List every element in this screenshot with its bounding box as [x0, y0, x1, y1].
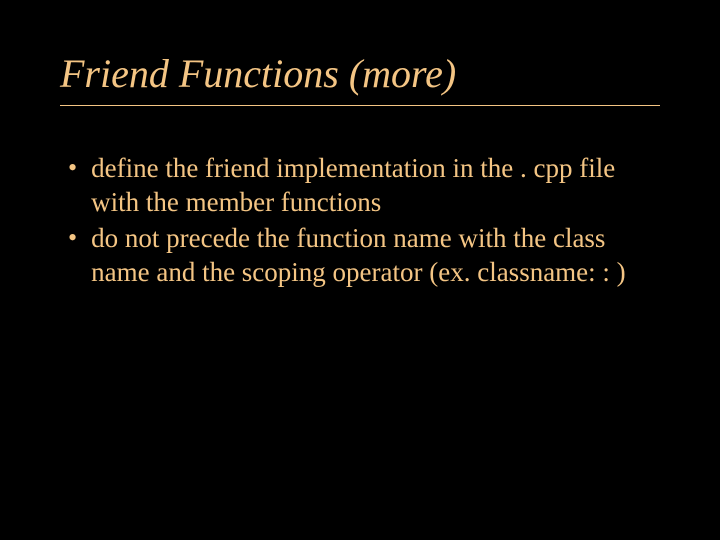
list-item: • define the friend implementation in th… [68, 151, 660, 219]
slide-container: Friend Functions (more) • define the fri… [0, 0, 720, 540]
bullet-text: define the friend implementation in the … [91, 151, 660, 219]
title-underline [60, 105, 660, 106]
bullet-list: • define the friend implementation in th… [60, 151, 660, 289]
list-item: • do not precede the function name with … [68, 221, 660, 289]
bullet-marker-icon: • [68, 221, 77, 255]
bullet-marker-icon: • [68, 151, 77, 185]
bullet-text: do not precede the function name with th… [91, 221, 660, 289]
slide-title: Friend Functions (more) [60, 50, 660, 97]
